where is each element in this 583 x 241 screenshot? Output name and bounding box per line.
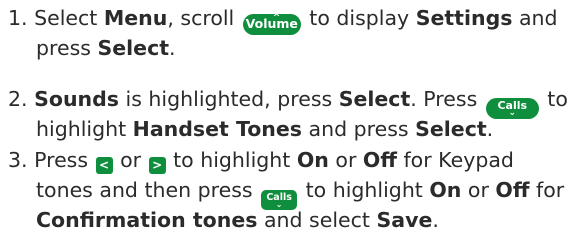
chevron-down-icon: ⌄ [275, 199, 283, 209]
step-3-line-2: tones and then press Calls ⌄ to highlight… [8, 175, 580, 211]
step-3-line-1: 3. Press < or > to highlight On or Off f… [8, 145, 580, 175]
step-2-line-1: 2. Sounds is highlighted, press Select. … [8, 84, 580, 119]
step-text: and select [257, 208, 377, 232]
step-text: . [486, 117, 494, 141]
select-term: Select [97, 36, 170, 60]
step-number: 3. [8, 148, 28, 172]
off-term: Off [495, 178, 530, 202]
step-text: to highlight [299, 178, 430, 202]
step-text: . [432, 208, 439, 232]
step-1: 1. Select Menu, scroll ^ Volume to displa… [8, 3, 580, 63]
volume-key-label: Volume [245, 16, 298, 31]
right-arrow-key-icon: > [148, 156, 166, 174]
calls-key-icon: Calls ⌄ [261, 190, 298, 211]
off-term: Off [362, 148, 397, 172]
step-text: for Keypad [396, 148, 514, 172]
step-text: , scroll [167, 6, 241, 30]
step-2-line-2: highlight Handset Tones and press Select… [8, 114, 580, 144]
save-term: Save [376, 208, 433, 232]
step-text: and [512, 6, 558, 30]
select-term: Select [415, 117, 487, 141]
step-text: or [113, 148, 148, 172]
step-text: or [328, 148, 363, 172]
step-text: and press [302, 117, 416, 141]
step-text: . Press [410, 87, 484, 111]
step-number: 2. [8, 87, 28, 111]
settings-term: Settings [415, 6, 513, 30]
step-1-line-2: press Select. [8, 33, 580, 63]
step-text: for [529, 178, 565, 202]
volume-key-icon: ^ Volume [242, 12, 301, 35]
step-2: 2. Sounds is highlighted, press Select. … [8, 84, 580, 144]
on-term: On [429, 178, 462, 202]
step-text: Select [34, 6, 104, 30]
up-caret-icon: ^ [272, 12, 281, 23]
handset-tones-term: Handset Tones [132, 117, 303, 141]
step-text: highlight [36, 117, 133, 141]
select-term: Select [338, 87, 411, 111]
step-text: to [540, 87, 568, 111]
step-text: to highlight [166, 148, 297, 172]
step-text: press [36, 36, 98, 60]
instruction-document: 1. Select Menu, scroll ^ Volume to displa… [0, 0, 583, 241]
step-1-line-1: 1. Select Menu, scroll ^ Volume to displa… [8, 3, 580, 35]
on-term: On [296, 148, 329, 172]
sounds-term: Sounds [34, 87, 120, 111]
step-3: 3. Press < or > to highlight On or Off f… [8, 145, 580, 235]
step-text: to display [302, 6, 416, 30]
step-text: is highlighted, press [119, 87, 339, 111]
left-arrow-key-icon: < [95, 156, 113, 174]
calls-key-icon: Calls ⌄ [485, 97, 539, 119]
confirmation-tones-term: Confirmation tones [36, 208, 258, 232]
step-text: Press [34, 148, 95, 172]
step-text: or [461, 178, 496, 202]
step-text: . [169, 36, 176, 60]
step-number: 1. [8, 6, 28, 30]
chevron-down-icon: ⌄ [508, 108, 517, 118]
step-text: tones and then press [36, 178, 260, 202]
menu-term: Menu [103, 6, 168, 30]
